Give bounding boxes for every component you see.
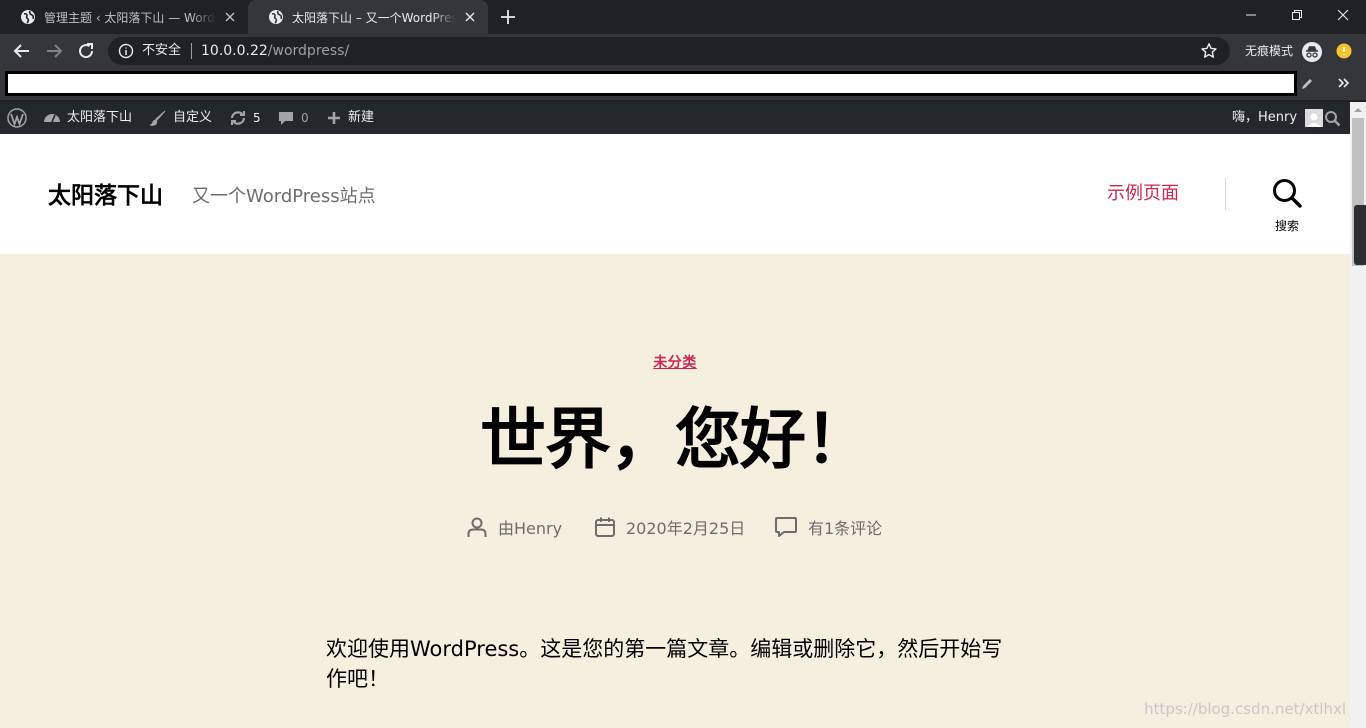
menu-item-sample-page[interactable]: 示例页面 [1107, 182, 1179, 206]
star-icon[interactable] [1200, 42, 1218, 60]
header-divider [1225, 178, 1226, 210]
admin-search[interactable] [1324, 102, 1341, 134]
wp-logo-menu[interactable] [7, 102, 27, 134]
calendar-icon [595, 517, 615, 537]
search-icon [1273, 179, 1302, 208]
search-toggle-label: 搜索 [1274, 219, 1299, 233]
wp-admin-bar: 太阳落下山 自定义 5 0 新建 嗨，Henry [0, 102, 1350, 134]
comment-icon [775, 517, 797, 537]
page-scrollbar[interactable] [1350, 102, 1366, 728]
comments-menu[interactable]: 0 [277, 102, 309, 134]
chevron-double-right-icon[interactable] [1336, 76, 1350, 90]
arrow-left-icon [13, 44, 29, 58]
globe-icon [21, 10, 35, 24]
post-author-label: 由Henry [498, 519, 563, 538]
tab-site-home[interactable]: 太阳落下山 – 又一个WordPress站点 [248, 0, 488, 34]
incognito-icon[interactable] [1302, 42, 1322, 62]
post-content: 欢迎使用WordPress。这是您的第一篇文章。编辑或删除它，然后开始写作吧！ [326, 637, 1003, 691]
extension-input-box[interactable] [5, 71, 1297, 96]
pencil-icon[interactable] [1300, 77, 1314, 91]
user-icon [467, 517, 487, 537]
site-description: 又一个WordPress站点 [192, 186, 376, 207]
updates-icon [230, 111, 246, 125]
window-close-button[interactable] [1320, 0, 1366, 30]
tab-title: 太阳落下山 – 又一个WordPress站点 [292, 10, 456, 25]
minimize-button[interactable] [1228, 0, 1274, 30]
extension-icon[interactable] [1336, 43, 1352, 59]
updates-menu[interactable]: 5 [229, 102, 261, 134]
search-toggle-button[interactable]: 搜索 [1264, 178, 1310, 234]
minimize-icon [1246, 14, 1256, 16]
new-content-menu[interactable]: 新建 [326, 102, 374, 134]
site-header: 太阳落下山 又一个WordPress站点 示例页面 搜索 [0, 134, 1350, 254]
post-comments-label: 有1条评论 [808, 519, 883, 538]
tab-title: 管理主题 ‹ 太阳落下山 — WordPress [44, 10, 216, 25]
scroll-up-icon[interactable] [1354, 106, 1362, 114]
extension-side-panel[interactable] [1354, 205, 1366, 265]
watermark: https://blog.csdn.net/xtlhxl [1144, 700, 1346, 718]
restore-icon [1292, 10, 1302, 20]
new-content-label: 新建 [348, 110, 375, 125]
restore-button[interactable] [1274, 0, 1320, 30]
incognito-label[interactable]: 无痕模式 [1245, 44, 1293, 58]
paintbrush-icon [149, 110, 166, 126]
customize-menu[interactable]: 自定义 [149, 102, 212, 134]
site-name-menu[interactable]: 太阳落下山 [43, 102, 132, 134]
reload-button[interactable] [74, 39, 98, 63]
category-link[interactable]: 未分类 [653, 355, 697, 371]
comments-count: 0 [301, 111, 309, 125]
post-comments[interactable]: 有1条评论 [774, 514, 882, 540]
address-separator [191, 43, 192, 59]
wordpress-logo-icon [7, 108, 27, 128]
url-path: /wordpress/ [267, 43, 350, 59]
address-bar[interactable]: 不安全 10.0.0.22/wordpress/ [108, 37, 1230, 65]
updates-count: 5 [253, 111, 261, 125]
greeting-label: 嗨，Henry [1232, 110, 1298, 125]
browser-toolbar: 不安全 10.0.0.22/wordpress/ 无痕模式 [0, 34, 1366, 68]
url-text[interactable]: 10.0.0.22/wordpress/ [201, 43, 349, 59]
user-silhouette-icon [1307, 113, 1322, 127]
post-author[interactable]: 由Henry [466, 514, 562, 540]
extension-bar [0, 68, 1366, 100]
site-title[interactable]: 太阳落下山 [48, 182, 163, 210]
info-icon[interactable] [118, 43, 134, 59]
site-name-label: 太阳落下山 [67, 110, 133, 125]
arrow-right-icon [47, 44, 63, 58]
tab-strip: 管理主题 ‹ 太阳落下山 — WordPress 太阳落下山 – 又一个Word… [0, 0, 1366, 34]
plus-icon [328, 112, 340, 124]
customize-label: 自定义 [173, 110, 213, 125]
post-title[interactable]: 世界，您好！ [0, 400, 1350, 480]
dashboard-icon [44, 114, 60, 123]
reload-icon [79, 43, 94, 59]
search-icon [1325, 110, 1341, 126]
page-viewport: 太阳落下山 自定义 5 0 新建 嗨，Henry 太阳落下山 又一个WordPr… [0, 102, 1350, 728]
comment-bubble-icon [279, 112, 293, 125]
plus-icon[interactable] [498, 7, 518, 27]
close-icon [1337, 9, 1349, 21]
tab-manage-themes[interactable]: 管理主题 ‹ 太阳落下山 — WordPress [0, 0, 248, 34]
globe-icon [269, 10, 283, 24]
back-button[interactable] [10, 39, 34, 63]
my-account-menu[interactable]: 嗨，Henry [1226, 102, 1324, 134]
post-category: 未分类 [0, 352, 1350, 372]
url-host: 10.0.0.22 [201, 43, 268, 59]
avatar [1305, 109, 1324, 127]
forward-button[interactable] [42, 39, 66, 63]
tab-close-icon[interactable] [462, 9, 478, 25]
security-label[interactable]: 不安全 [142, 43, 181, 59]
post-date[interactable]: 2020年2月25日 [594, 514, 745, 540]
post-date-label: 2020年2月25日 [626, 519, 746, 538]
tab-close-icon[interactable] [222, 9, 238, 25]
